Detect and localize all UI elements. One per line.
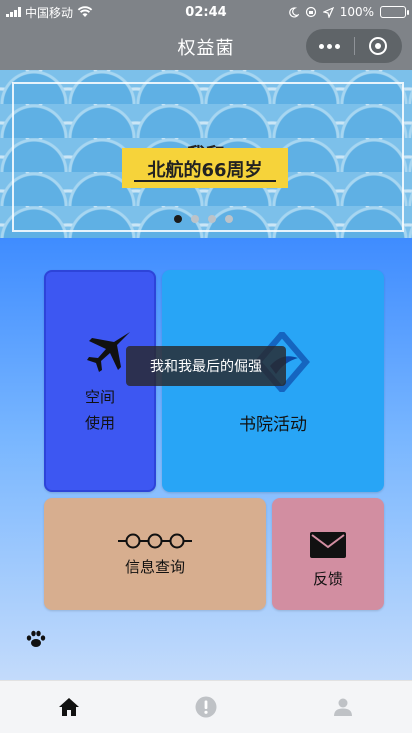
signal-icon [6, 7, 21, 17]
clock: 02:44 [185, 4, 227, 20]
envelope-icon [310, 532, 346, 558]
carousel-dot[interactable] [208, 215, 216, 223]
page-title: 权益菌 [177, 38, 235, 59]
carousel-dot[interactable] [191, 215, 199, 223]
feedback-tile[interactable]: 反馈 [272, 498, 384, 610]
banner-underline [134, 180, 276, 182]
info-query-tile[interactable]: 信息查询 [44, 498, 266, 610]
tab-notice[interactable] [137, 681, 274, 733]
status-bar: 中国移动 02:44 100% [0, 0, 412, 24]
toast-message: 我和我最后的倔强 [126, 346, 286, 386]
banner-line2: 北航的66周岁 [147, 160, 263, 181]
carousel-dot[interactable] [174, 215, 182, 223]
carousel-dot[interactable] [225, 215, 233, 223]
rotation-lock-icon [305, 6, 316, 18]
paw-icon[interactable] [26, 630, 46, 648]
wifi-icon [77, 6, 93, 17]
mini-program-capsule [306, 29, 402, 63]
carousel-indicators [174, 215, 233, 223]
space-label-line1: 空间 [84, 388, 115, 406]
carrier-label: 中国移动 [25, 5, 74, 20]
home-icon [58, 698, 79, 716]
battery-icon [380, 6, 409, 18]
feedback-label: 反馈 [312, 570, 343, 588]
main-content: 空间 使用 书院活动 信息查询 反馈 我和我最后的倔强 [0, 238, 412, 680]
nav-bar: 权益菌 [0, 24, 412, 70]
glasses-icon [118, 533, 192, 549]
bottom-tab-bar [0, 680, 412, 733]
banner-carousel[interactable]: 我和 北航的66周岁 [0, 70, 412, 238]
space-label-line2: 使用 [84, 414, 115, 432]
more-dots-icon [319, 43, 341, 49]
academy-label: 书院活动 [239, 415, 307, 435]
close-mini-program-button[interactable] [355, 29, 403, 63]
tab-home[interactable] [0, 681, 137, 733]
more-button[interactable] [306, 29, 354, 63]
tab-profile[interactable] [275, 681, 412, 733]
info-query-label: 信息查询 [124, 558, 185, 576]
user-icon [334, 698, 353, 716]
jet-icon [87, 332, 130, 372]
moon-icon [288, 6, 299, 17]
target-icon [369, 37, 388, 55]
battery-percent: 100% [339, 5, 374, 19]
location-icon [322, 6, 334, 18]
alert-icon [195, 696, 217, 718]
